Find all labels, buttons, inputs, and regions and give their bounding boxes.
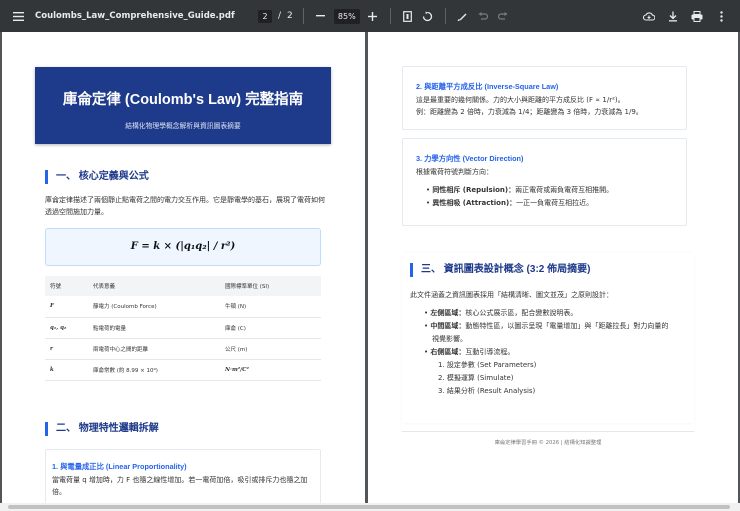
step-item: 1. 設定參數 (Set Parameters) bbox=[438, 361, 537, 369]
undo-icon[interactable] bbox=[476, 9, 490, 23]
list-item: • 中間區域：動態特性區，以圖示呈現「電量增加」與「距離拉長」對力向量的 bbox=[424, 320, 668, 332]
table-cell: k bbox=[45, 359, 88, 381]
page-subtitle: 結構化物理學概念解析與資訊圖表摘要 bbox=[125, 122, 241, 130]
sub2-title: 2. 與距離平方成反比 (Inverse-Square Law) bbox=[416, 82, 559, 91]
table-row: k 庫侖常數 (約 8.99 × 10⁹) N·m²/C² bbox=[45, 359, 321, 381]
current-page-input[interactable]: 2 bbox=[258, 9, 272, 23]
table-cell: r bbox=[45, 338, 88, 360]
step-item: 2. 模擬運算 (Simulate) bbox=[438, 374, 514, 382]
document-title: Coulombs_Law_Comprehensive_Guide.pdf bbox=[35, 11, 235, 21]
section1-title: 一、 核心定義與公式 bbox=[45, 170, 149, 184]
bullet-term: 同性相斥 (Repulsion)： bbox=[432, 186, 516, 194]
bullet-desc: 核心公式展示區，配合變數說明表。 bbox=[465, 309, 578, 317]
table-header: 符號 bbox=[45, 276, 88, 296]
step-item: 3. 結果分析 (Result Analysis) bbox=[438, 387, 536, 395]
section3-title: 三、 資訊圖表設計概念 (3:2 佈局摘要) bbox=[410, 263, 590, 277]
title-banner: 庫侖定律 (Coulomb's Law) 完整指南 結構化物理學概念解析與資訊圖… bbox=[35, 67, 331, 144]
list-item: • 同性相斥 (Repulsion)：兩正電荷或兩負電荷互相推開。 bbox=[426, 184, 613, 196]
bullet-term: 左側區域： bbox=[430, 309, 466, 317]
scrollbar-thumb[interactable] bbox=[8, 505, 730, 509]
zoom-level-input[interactable]: 85% bbox=[333, 8, 360, 24]
pdf-page-right: 2. 與距離平方成反比 (Inverse-Square Law) 這是最重要的幾… bbox=[368, 32, 738, 504]
zoom-out-icon[interactable] bbox=[314, 9, 328, 23]
toolbar-divider bbox=[302, 8, 304, 24]
table-cell: 庫侖 (C) bbox=[220, 317, 321, 339]
sub3-title: 3. 力學方向性 (Vector Direction) bbox=[416, 154, 524, 163]
table-cell: N·m²/C² bbox=[220, 359, 321, 381]
horizontal-scrollbar[interactable] bbox=[0, 503, 740, 511]
list-item-continuation: 視覺影響。 bbox=[432, 333, 467, 345]
toolbar-divider bbox=[444, 8, 446, 24]
page-title: 庫侖定律 (Coulomb's Law) 完整指南 bbox=[62, 92, 304, 108]
bullet-desc: 視覺影響。 bbox=[432, 335, 467, 343]
variable-table: 符號 代表意義 國際標準單位 (SI) F 靜電力 (Coulomb Force… bbox=[45, 276, 321, 381]
sub1-title: 1. 與電量成正比 (Linear Proportionality) bbox=[52, 462, 187, 471]
section3-intro: 此文件涵蓋之資訊圖表採用「結構清晰、圖文並茂」之原則設計： bbox=[410, 291, 613, 299]
table-header: 代表意義 bbox=[88, 276, 220, 296]
table-cell: 公尺 (m) bbox=[220, 338, 321, 360]
bullet-desc: 一正一負電荷互相拉近。 bbox=[516, 199, 594, 207]
section2-title: 二、 物理特性邏輯拆解 bbox=[45, 422, 159, 436]
list-item: • 異性相吸 (Attraction)：一正一負電荷互相拉近。 bbox=[426, 197, 593, 209]
bullet-desc: 互動引導流程。 bbox=[465, 348, 515, 356]
menu-icon[interactable] bbox=[5, 0, 31, 32]
pdf-viewer[interactable]: 庫侖定律 (Coulomb's Law) 完整指南 結構化物理學概念解析與資訊圖… bbox=[0, 32, 740, 511]
sub3-intro: 根據電荷符號判斷方向： bbox=[416, 168, 493, 176]
bullet-desc: 動態特性區，以圖示呈現「電量增加」與「距離拉長」對力向量的 bbox=[465, 322, 669, 330]
list-item: • 左側區域：核心公式展示區，配合變數說明表。 bbox=[424, 307, 577, 319]
redo-icon[interactable] bbox=[496, 9, 510, 23]
table-row: F 靜電力 (Coulomb Force) 牛頓 (N) bbox=[45, 296, 321, 318]
table-row: r 兩電荷中心之間的距離 公尺 (m) bbox=[45, 338, 321, 360]
table-cell: 點電荷的電量 bbox=[88, 317, 220, 339]
table-header: 國際標準單位 (SI) bbox=[220, 276, 321, 296]
sub2-body-1: 這是最重要的幾何關係。力的大小與距離的平方成反比 (F ∝ 1/r²)。 bbox=[416, 96, 625, 104]
total-pages: 2 bbox=[287, 11, 293, 21]
sub2-body-2: 例：距離變為 2 倍時，力衰減為 1/4；距離變為 3 倍時，力衰減為 1/9。 bbox=[416, 108, 643, 116]
download-icon[interactable] bbox=[666, 9, 680, 23]
bullet-desc: 兩正電荷或兩負電荷互相推開。 bbox=[515, 186, 614, 194]
footer-divider bbox=[402, 431, 694, 432]
pdf-page-left: 庫侖定律 (Coulomb's Law) 完整指南 結構化物理學概念解析與資訊圖… bbox=[2, 32, 365, 504]
sub-card-direction bbox=[402, 138, 687, 226]
drive-save-icon[interactable] bbox=[642, 9, 656, 23]
pdf-toolbar: Coulombs_Law_Comprehensive_Guide.pdf 2 /… bbox=[0, 0, 740, 32]
page-footer: 庫侖定律學習手冊 © 2026 | 結構化知識整理 bbox=[494, 440, 602, 446]
sub1-body: 當電荷量 q 增加時，力 F 也隨之線性增加。若一電荷加倍，吸引或排斥力也隨之加… bbox=[52, 476, 308, 496]
bullet-term: 右側區域： bbox=[430, 348, 466, 356]
table-cell: F bbox=[45, 296, 88, 318]
zoom-in-icon[interactable] bbox=[366, 9, 380, 23]
more-icon[interactable] bbox=[714, 9, 728, 23]
toolbar-divider bbox=[389, 8, 391, 24]
section1-body: 庫侖定律描述了兩個靜止點電荷之間的電力交互作用。它是靜電學的基石，展現了電荷如何… bbox=[45, 196, 325, 216]
table-cell: 庫侖常數 (約 8.99 × 10⁹) bbox=[88, 359, 220, 381]
bullet-term: 中間區域： bbox=[430, 322, 466, 330]
table-cell: 牛頓 (N) bbox=[220, 296, 321, 318]
coulomb-formula: F = k × (|q₁q₂| / r²) bbox=[45, 228, 321, 266]
table-row: q₁, q₂ 點電荷的電量 庫侖 (C) bbox=[45, 317, 321, 339]
page-separator: / bbox=[278, 11, 282, 21]
table-cell: 兩電荷中心之間的距離 bbox=[88, 338, 220, 360]
annotate-icon[interactable] bbox=[456, 9, 470, 23]
table-header-row: 符號 代表意義 國際標準單位 (SI) bbox=[45, 276, 321, 296]
list-item: • 右側區域：互動引導流程。 bbox=[424, 346, 514, 358]
print-icon[interactable] bbox=[690, 9, 704, 23]
rotate-icon[interactable] bbox=[421, 9, 435, 23]
table-cell: q₁, q₂ bbox=[45, 317, 88, 339]
table-cell: 靜電力 (Coulomb Force) bbox=[88, 296, 220, 318]
fit-page-icon[interactable] bbox=[401, 9, 415, 23]
bullet-term: 異性相吸 (Attraction)： bbox=[432, 199, 517, 207]
